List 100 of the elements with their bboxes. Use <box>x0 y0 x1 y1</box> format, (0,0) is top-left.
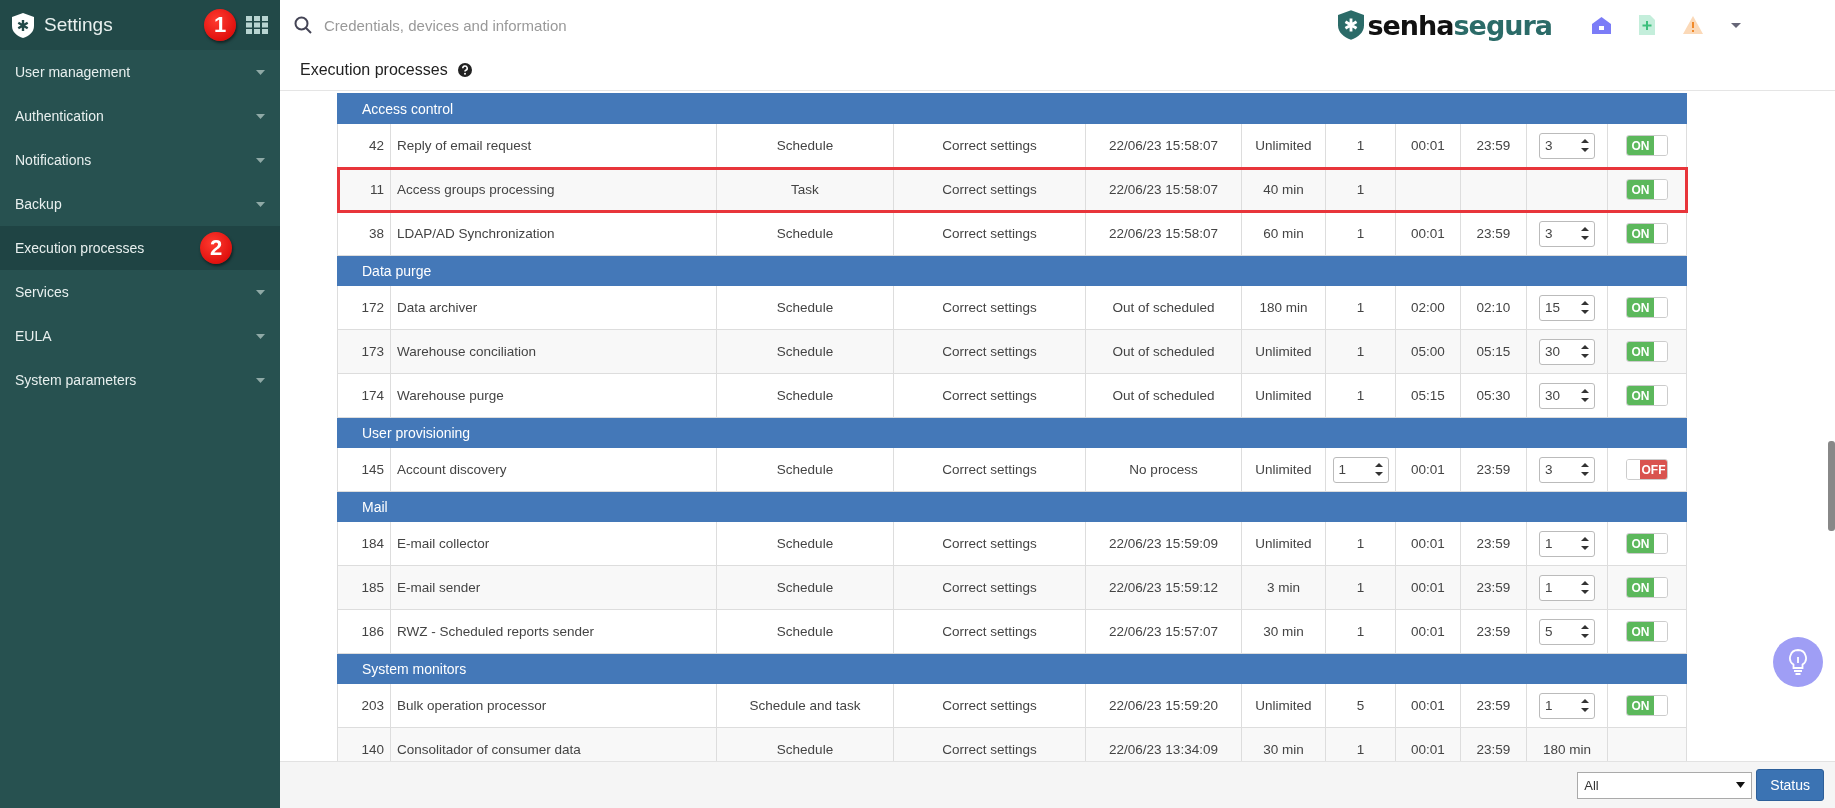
table-cell: 180 min <box>1259 300 1308 315</box>
number-field[interactable]: 30 <box>1539 338 1595 365</box>
table-cell: Warehouse purge <box>397 388 504 403</box>
table-cell: Schedule <box>776 138 834 153</box>
page-title: Execution processes <box>300 61 448 79</box>
warning-icon[interactable] <box>1683 16 1703 34</box>
shield-logo-icon <box>12 12 34 38</box>
table-cell: 05:15 <box>1476 344 1511 359</box>
number-field[interactable]: 3 <box>1539 456 1595 483</box>
table-cell: Schedule <box>776 226 834 241</box>
stepper-arrows-icon <box>1581 625 1589 638</box>
table-cell: Schedule <box>776 624 834 639</box>
brand-logo: senhasegura <box>1338 9 1552 41</box>
filter-dropdown[interactable]: All <box>1577 771 1753 799</box>
sidebar-item[interactable]: System parameters <box>0 358 280 402</box>
table-cell: 1 <box>1356 300 1365 315</box>
table-cell: 3 min <box>1267 580 1300 595</box>
caret-icon[interactable] <box>1731 22 1741 28</box>
stepper-arrows-icon <box>1581 345 1589 358</box>
table-cell: 1 <box>1356 226 1365 241</box>
sidebar-title: Settings <box>44 14 114 36</box>
number-field[interactable]: 30 <box>1539 382 1595 409</box>
number-field[interactable]: 1 <box>1539 574 1595 601</box>
sidebar-item[interactable]: EULA <box>0 314 280 358</box>
sidebar-item[interactable]: Services <box>0 270 280 314</box>
sidebar-item[interactable]: Notifications <box>0 138 280 182</box>
table-cell: RWZ - Scheduled reports sender <box>397 624 595 639</box>
table-cell: Correct settings <box>942 536 1037 551</box>
table-cell: 140 <box>361 742 384 757</box>
table-cell: 22/06/23 15:59:09 <box>1109 536 1218 551</box>
table-cell: 02:10 <box>1476 300 1511 315</box>
table-cell: Reply of email request <box>397 138 532 153</box>
group-header: System monitors <box>337 653 1687 684</box>
table-cell: 145 <box>361 462 384 477</box>
table-cell: 186 <box>361 624 384 639</box>
table-cell: 22/06/23 15:58:07 <box>1109 138 1218 153</box>
number-field[interactable]: 1 <box>1332 456 1389 483</box>
table-cell: Unlimited <box>1255 536 1312 551</box>
table-cell: 172 <box>361 300 384 315</box>
stepper-arrows-icon <box>1581 227 1589 240</box>
search-field[interactable]: Credentials, devices and information <box>322 15 1329 35</box>
grid-icon[interactable] <box>246 16 268 34</box>
table-cell: 22/06/23 15:57:07 <box>1109 624 1218 639</box>
stepper-arrows-icon <box>1374 463 1383 476</box>
sidebar-item[interactable]: Backup <box>0 182 280 226</box>
table-cell: 02:00 <box>1411 300 1445 315</box>
status-button[interactable]: Status <box>1756 769 1824 801</box>
group-header: Data purge <box>337 255 1687 286</box>
table-cell: Correct settings <box>942 742 1037 757</box>
stepper-arrows-icon <box>1581 463 1589 476</box>
table-cell: 38 <box>368 226 384 241</box>
table-cell: Correct settings <box>942 624 1037 639</box>
table-cell: 23:59 <box>1476 138 1511 153</box>
table-cell: 5 <box>1356 698 1365 713</box>
table-cell: 1 <box>1356 138 1365 153</box>
table-cell: Correct settings <box>942 698 1037 713</box>
table-cell: 1 <box>1356 624 1365 639</box>
table-cell: 00:01 <box>1411 138 1445 153</box>
table-cell: Unlimited <box>1255 462 1312 477</box>
search-icon <box>294 16 312 34</box>
sidebar-item[interactable]: Execution processes 2 <box>0 226 280 270</box>
add-file-icon[interactable] <box>1639 15 1655 35</box>
toggle-switch[interactable]: OFF <box>1626 459 1668 480</box>
table-cell: 42 <box>368 138 384 153</box>
table-cell: 23:59 <box>1476 226 1511 241</box>
table-cell: Schedule <box>776 536 834 551</box>
table-cell: E-mail sender <box>397 580 481 595</box>
number-field[interactable]: 3 <box>1539 220 1595 247</box>
table-cell: Correct settings <box>942 388 1037 403</box>
number-field[interactable]: 5 <box>1539 618 1595 645</box>
table-cell: Schedule <box>776 462 834 477</box>
table-cell: Correct settings <box>942 182 1037 197</box>
table-cell: 00:01 <box>1411 698 1445 713</box>
home-icon[interactable] <box>1592 16 1611 34</box>
sidebar-item[interactable]: User management <box>0 50 280 94</box>
table-cell: 00:01 <box>1411 580 1445 595</box>
scrollbar-thumb[interactable] <box>1828 441 1835 531</box>
table-cell: Unlimited <box>1255 388 1312 403</box>
stepper-arrows-icon <box>1581 389 1589 402</box>
table-cell: Out of scheduled <box>1112 344 1215 359</box>
dropdown-caret-icon <box>1736 782 1746 788</box>
table-cell: 00:01 <box>1411 742 1445 757</box>
help-icon[interactable] <box>457 63 472 77</box>
number-field[interactable]: 3 <box>1539 132 1595 159</box>
table-cell: LDAP/AD Synchronization <box>397 226 555 241</box>
table-cell: 1 <box>1356 742 1365 757</box>
table-cell: 00:01 <box>1411 462 1445 477</box>
table-cell: Correct settings <box>942 580 1037 595</box>
table-cell: Unlimited <box>1255 698 1312 713</box>
number-field[interactable]: 15 <box>1539 294 1595 321</box>
stepper-arrows-icon <box>1581 301 1589 314</box>
table-cell: 1 <box>1356 344 1365 359</box>
lightbulb-button[interactable] <box>1773 637 1823 687</box>
table-cell: 11 <box>370 182 384 197</box>
table-cell: Schedule <box>776 300 834 315</box>
table-cell: 22/06/23 13:34:09 <box>1109 742 1218 757</box>
number-field[interactable]: 1 <box>1539 692 1595 719</box>
number-field[interactable]: 1 <box>1539 530 1595 557</box>
table-cell: 23:59 <box>1476 580 1511 595</box>
sidebar-item[interactable]: Authentication <box>0 94 280 138</box>
